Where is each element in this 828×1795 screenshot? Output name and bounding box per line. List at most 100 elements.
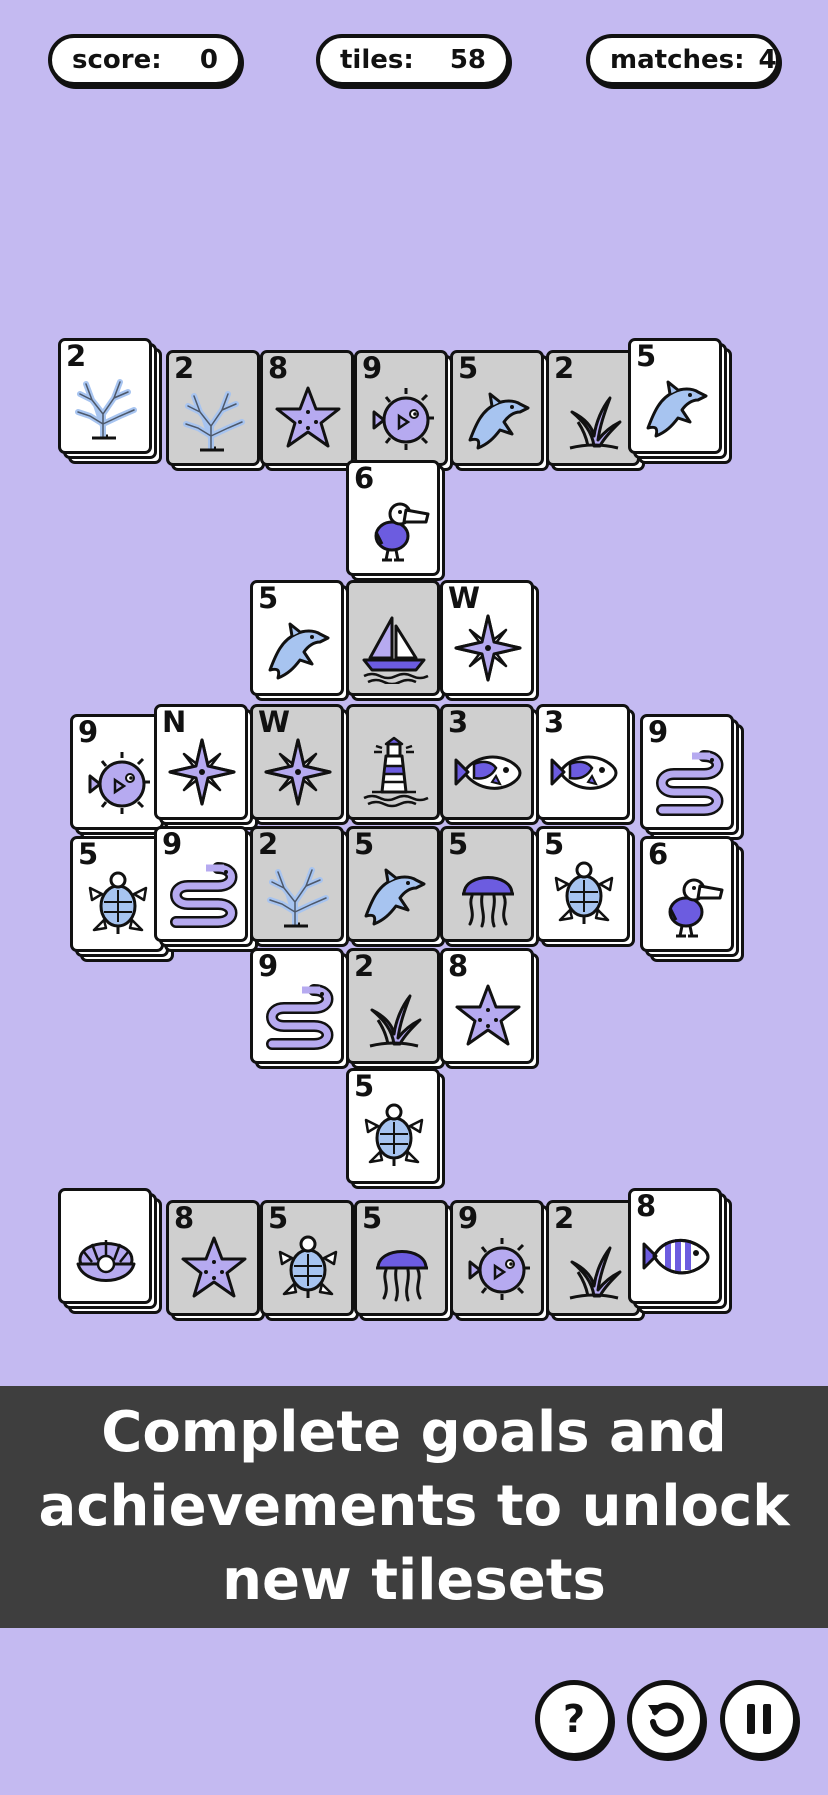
tile[interactable] [346,580,445,701]
coral-icon [267,867,329,928]
compass-icon [264,738,332,806]
pause-button[interactable] [720,1680,798,1758]
tile[interactable]: 5 [536,826,635,947]
tile[interactable]: 2 [250,826,349,947]
tile-label: 2 [554,1201,575,1235]
fish-icon [454,755,522,790]
tile-label: 8 [636,1189,657,1223]
pelican-icon [374,502,430,562]
coral-icon [75,379,137,440]
tile-label: 6 [648,837,669,871]
tile[interactable]: 5 [354,1200,453,1321]
dolphin-icon [268,622,330,680]
tile[interactable]: 3 [440,704,539,825]
tile[interactable]: 8 [628,1188,732,1314]
help-button[interactable]: ? [535,1680,613,1758]
pufferfish-icon [372,388,434,450]
tile[interactable]: 9 [640,714,744,840]
turtle-icon [88,871,148,934]
pause-icon [747,1704,771,1734]
tile[interactable]: 6 [640,836,744,962]
tile-label: 6 [354,461,375,495]
tile[interactable]: 3 [536,704,635,825]
turtle-icon [364,1103,424,1166]
tile[interactable]: 5 [628,338,732,464]
tile-label: 8 [268,351,289,385]
tile[interactable]: 5 [346,1068,445,1189]
tile-label: W [448,581,480,615]
restart-button[interactable] [627,1680,705,1758]
compass-icon [168,738,236,806]
tile-label: 5 [448,827,469,861]
svg-text:?: ? [563,1697,585,1741]
eel-icon [656,750,724,816]
tile-label: 8 [448,949,469,983]
tile[interactable]: 6 [346,460,445,581]
eel-icon [266,984,334,1050]
tile[interactable]: 9 [354,350,453,471]
tile[interactable]: 2 [58,338,162,464]
pufferfish-icon [88,752,150,814]
tile-label: 9 [162,827,183,861]
tile-label: W [258,705,290,739]
tile-label: 9 [458,1201,479,1235]
tile[interactable]: 2 [166,350,265,471]
tile[interactable]: 5 [450,350,549,471]
seaweed-icon [569,396,622,450]
turtle-icon [278,1235,338,1298]
tile[interactable]: 9 [250,948,349,1069]
sailboat-icon [362,616,429,684]
dolphin-icon [364,868,426,926]
eel-icon [170,862,238,928]
turtle-icon [554,861,614,924]
dolphin-icon [646,380,708,438]
tile[interactable]: 9 [154,826,258,952]
tile-label: 3 [544,705,565,739]
tile[interactable]: W [250,704,349,825]
seaweed-icon [369,994,422,1048]
tile-label: 9 [258,949,279,983]
fish-icon [550,755,618,790]
tile-label: 8 [174,1201,195,1235]
coral-icon [183,391,245,452]
tile-label: 9 [78,715,99,749]
tile-label: 2 [354,949,375,983]
question-mark-icon: ? [563,1697,585,1741]
starfish-icon [275,386,341,448]
fish-striped-icon [642,1239,710,1275]
pufferfish-icon [468,1238,530,1300]
tile[interactable] [58,1188,162,1314]
lighthouse-icon [363,736,429,808]
seaweed-icon [569,1246,622,1300]
tile-label: 5 [354,827,375,861]
tile-label: 2 [258,827,279,861]
game-screen: score: 0 tiles: 58 matches: 4 2 2 8 9 5 … [0,0,828,1795]
tile-label: 2 [554,351,575,385]
tile[interactable]: 8 [166,1200,265,1321]
tile[interactable]: 8 [260,350,359,471]
tile[interactable]: 5 [346,826,445,947]
jellyfish-icon [376,1250,428,1302]
tile-label: 5 [258,581,279,615]
starfish-icon [181,1236,247,1298]
tile[interactable]: N [154,704,258,830]
tile[interactable]: 5 [250,580,349,701]
tile-label: N [162,705,187,739]
tile[interactable] [346,704,445,825]
tile[interactable]: W [440,580,539,701]
starfish-icon [455,984,521,1046]
tile-label: 2 [174,351,195,385]
tile[interactable]: 2 [346,948,445,1069]
tile-label: 5 [354,1069,375,1103]
tile-label: 5 [362,1201,383,1235]
tile[interactable]: 8 [440,948,539,1069]
tile-label: 5 [636,339,657,373]
tile-label: 3 [448,705,469,739]
tile-label: 5 [78,837,99,871]
tile[interactable]: 5 [260,1200,359,1321]
pelican-icon [668,878,724,938]
tile[interactable]: 5 [440,826,539,947]
restart-icon [648,1702,684,1737]
tile[interactable]: 9 [450,1200,549,1321]
dolphin-icon [468,392,530,450]
